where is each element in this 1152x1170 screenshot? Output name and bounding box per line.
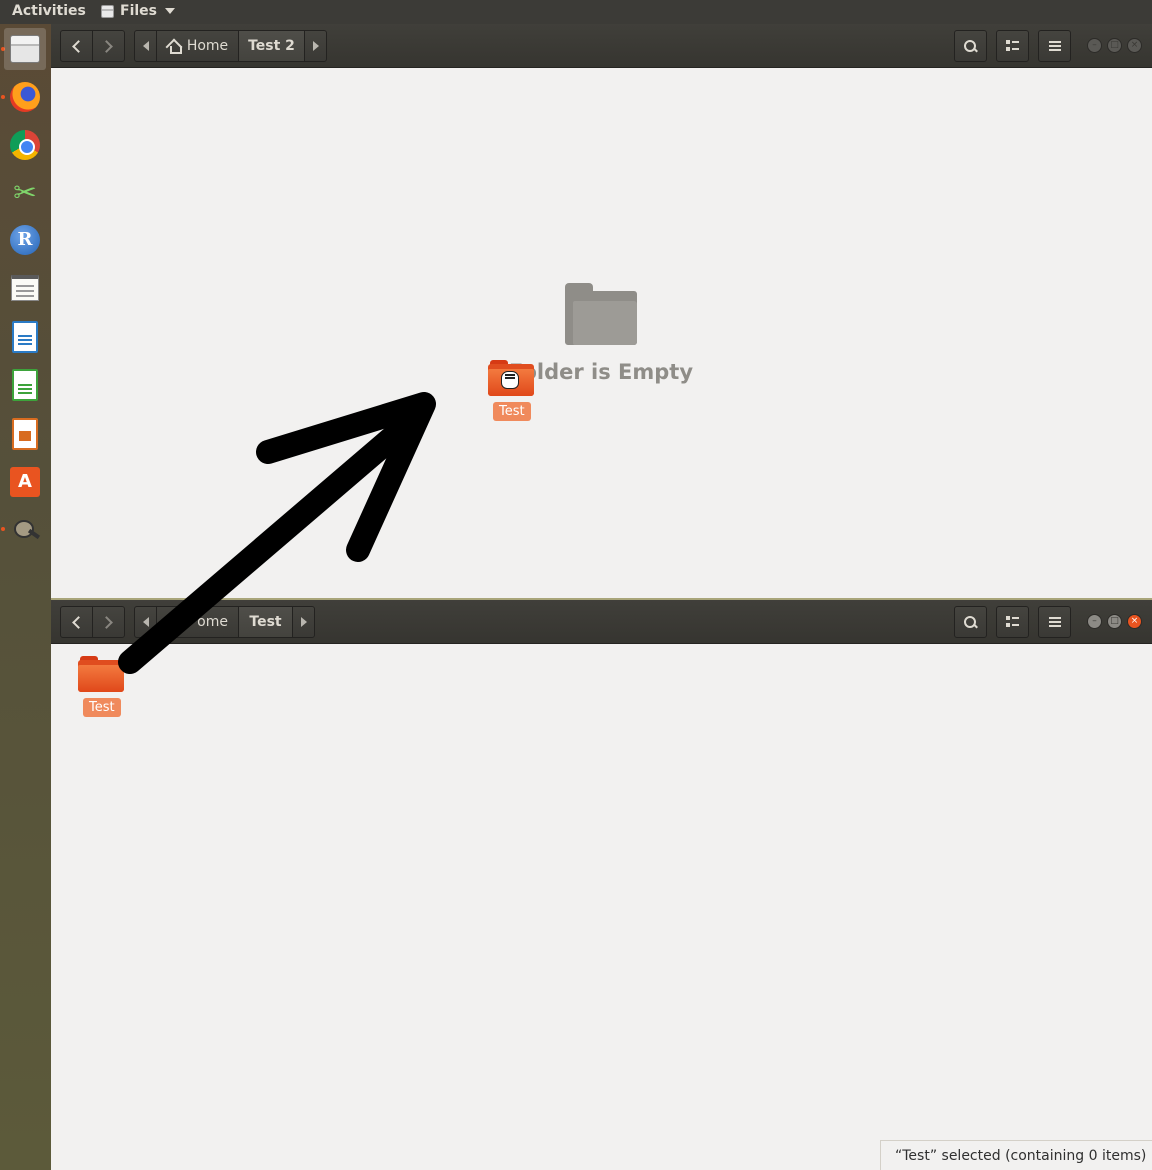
grab-hand-cursor-icon	[501, 371, 519, 389]
forward-button[interactable]	[92, 30, 125, 62]
dock: ✂ R A	[0, 24, 51, 1170]
activities-button[interactable]: Activities	[12, 3, 86, 19]
empty-folder-icon	[565, 283, 637, 345]
search-button[interactable]	[954, 606, 987, 638]
path-current-button[interactable]: Test 2	[238, 30, 305, 62]
libreoffice-writer-icon	[12, 321, 38, 353]
path-scroll-right-button[interactable]	[292, 606, 315, 638]
search-icon	[964, 39, 977, 53]
minimize-button[interactable]: –	[1087, 38, 1102, 53]
folder-label: Test	[83, 698, 121, 717]
list-view-icon	[1006, 40, 1019, 52]
path-current-button[interactable]: Test	[238, 606, 293, 638]
menu-button[interactable]	[1038, 30, 1071, 62]
chevron-left-icon	[72, 615, 85, 629]
dock-item-calc[interactable]	[4, 364, 46, 406]
dock-item-impress[interactable]	[4, 413, 46, 455]
path-current-label: Test 2	[248, 38, 295, 54]
maximize-button[interactable]: □	[1107, 614, 1122, 629]
dock-item-files[interactable]	[4, 28, 46, 70]
search-icon	[964, 615, 977, 629]
back-button[interactable]	[60, 30, 93, 62]
gimp-icon	[10, 516, 40, 542]
chevron-left-icon	[72, 39, 85, 53]
arrow-left-icon	[142, 617, 149, 627]
status-bar: “Test” selected (containing 0 items)	[880, 1140, 1152, 1170]
arrow-right-icon	[300, 617, 307, 627]
dock-item-tool[interactable]: ✂	[4, 172, 46, 214]
minimize-button[interactable]: –	[1087, 614, 1102, 629]
search-button[interactable]	[954, 30, 987, 62]
r-icon: R	[10, 225, 40, 255]
maximize-button[interactable]: □	[1107, 38, 1122, 53]
dragged-folder-item[interactable]: Test	[488, 360, 534, 422]
path-scroll-left-button[interactable]	[134, 606, 157, 638]
folder-label: Test	[493, 402, 531, 421]
path-scroll-left-button[interactable]	[134, 30, 157, 62]
chrome-icon	[10, 130, 40, 160]
view-toggle-button[interactable]	[996, 30, 1029, 62]
back-button[interactable]	[60, 606, 93, 638]
files-window-test: ome Test – □ × Test “Test” selected (con…	[51, 598, 1152, 1170]
path-current-label: Test	[249, 614, 282, 630]
app-menu-label: Files	[120, 3, 157, 19]
dock-item-text-editor[interactable]	[4, 267, 46, 309]
text-editor-icon	[11, 275, 39, 301]
top-bar: Activities Files	[0, 0, 1152, 24]
ubuntu-software-icon: A	[10, 467, 40, 497]
dock-item-writer[interactable]	[4, 316, 46, 358]
firefox-icon	[10, 82, 40, 112]
list-view-icon	[1006, 616, 1019, 628]
arrow-right-icon	[312, 41, 319, 51]
app-menu[interactable]: Files	[101, 3, 175, 19]
close-button[interactable]: ×	[1127, 614, 1142, 629]
folder-icon	[78, 656, 124, 692]
libreoffice-calc-icon	[12, 369, 38, 401]
dock-item-chrome[interactable]	[4, 124, 46, 166]
path-home-label: Home	[186, 38, 229, 54]
tool-icon: ✂	[13, 176, 37, 209]
dock-item-firefox[interactable]	[4, 76, 46, 118]
chevron-right-icon	[100, 39, 113, 53]
arrow-left-icon	[142, 41, 149, 51]
home-icon	[167, 40, 182, 54]
path-home-button[interactable]: Home	[156, 30, 239, 62]
chevron-right-icon	[100, 615, 113, 629]
path-scroll-right-button[interactable]	[304, 30, 327, 62]
dock-item-rstudio[interactable]: R	[4, 219, 46, 261]
libreoffice-impress-icon	[12, 418, 38, 450]
chevron-down-icon	[165, 8, 175, 14]
header-bar: ome Test – □ ×	[51, 600, 1152, 644]
folder-icon	[488, 360, 534, 396]
hamburger-menu-icon	[1048, 617, 1061, 627]
path-home-button[interactable]: ome	[156, 606, 239, 638]
files-icon	[10, 35, 40, 63]
view-toggle-button[interactable]	[996, 606, 1029, 638]
dock-item-gimp[interactable]	[4, 508, 46, 550]
menu-button[interactable]	[1038, 606, 1071, 638]
files-app-icon	[101, 4, 114, 18]
hamburger-menu-icon	[1048, 41, 1061, 51]
files-window-test-2: Home Test 2 – □ × Folder is Empty Test	[51, 24, 1152, 598]
header-bar: Home Test 2 – □ ×	[51, 24, 1152, 68]
folder-item[interactable]: Test	[78, 656, 124, 718]
close-button[interactable]: ×	[1127, 38, 1142, 53]
forward-button[interactable]	[92, 606, 125, 638]
path-home-label: ome	[197, 614, 228, 630]
dock-item-software[interactable]: A	[4, 461, 46, 503]
